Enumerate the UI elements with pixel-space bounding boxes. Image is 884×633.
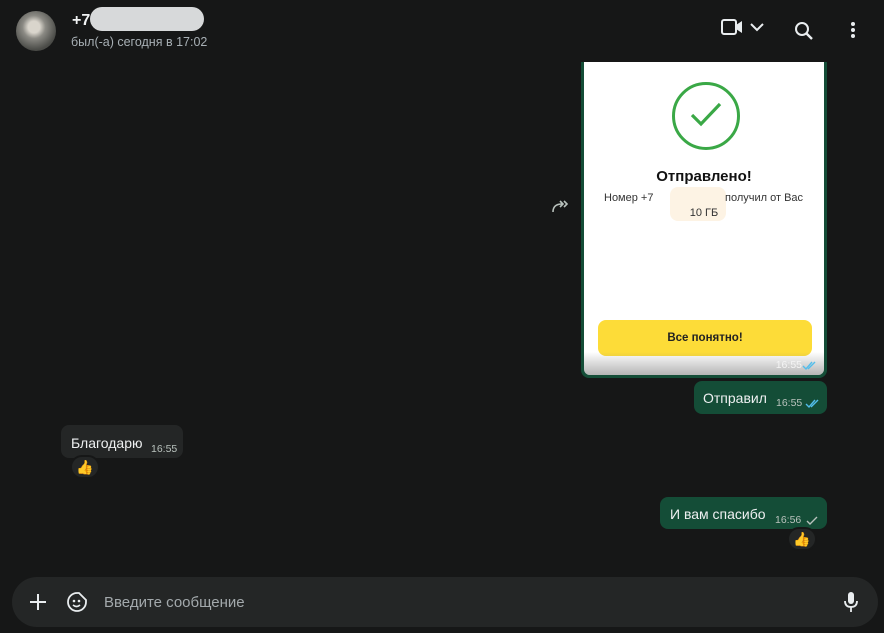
- chat-header: +7 был(-а) сегодня в 17:02: [0, 0, 884, 62]
- card-line2: 10 ГБ: [689, 207, 719, 219]
- more-options-icon[interactable]: [849, 20, 857, 40]
- message-bubble-outgoing[interactable]: И вам спасибо 16:56: [660, 497, 827, 529]
- card-line1-prefix: Номер +7: [604, 192, 654, 204]
- contact-last-seen: был(-а) сегодня в 17:02: [71, 35, 208, 49]
- success-check-icon: [672, 82, 740, 150]
- redacted-phone-number: [90, 7, 204, 31]
- message-time: 16:55: [776, 397, 803, 409]
- message-text: И вам спасибо: [670, 506, 766, 522]
- image-preview[interactable]: Отправлено! Номер +7 получил от Вас 10 Г…: [584, 62, 824, 375]
- read-ticks-icon: [805, 396, 821, 414]
- message-composer: [12, 577, 878, 627]
- forward-icon[interactable]: [551, 198, 571, 219]
- video-call-icon[interactable]: [721, 18, 743, 36]
- read-ticks-icon: [802, 358, 818, 375]
- image-message[interactable]: Отправлено! Номер +7 получил от Вас 10 Г…: [581, 62, 827, 378]
- message-bubble-incoming[interactable]: Благодарю 16:55: [61, 425, 183, 458]
- search-icon[interactable]: [794, 21, 814, 41]
- message-input[interactable]: [104, 592, 804, 612]
- reaction-thumbs-up[interactable]: 👍: [787, 527, 817, 551]
- contact-avatar[interactable]: [16, 11, 56, 51]
- card-line1-suffix: получил от Вас: [725, 192, 804, 204]
- card-confirm-button: Все понятно!: [598, 320, 812, 356]
- plus-icon[interactable]: [29, 593, 47, 616]
- message-bubble-outgoing[interactable]: Отправил 16:55: [694, 381, 827, 414]
- card-title: Отправлено!: [656, 168, 752, 185]
- sticker-icon[interactable]: [66, 591, 88, 618]
- microphone-icon[interactable]: [844, 591, 858, 618]
- chevron-down-icon[interactable]: [749, 22, 765, 32]
- message-text: Отправил: [703, 390, 767, 406]
- message-time: 16:55: [775, 359, 802, 371]
- message-list[interactable]: Отправлено! Номер +7 получил от Вас 10 Г…: [0, 62, 884, 571]
- message-time: 16:55: [151, 443, 178, 455]
- message-time: 16:56: [775, 514, 802, 526]
- reaction-thumbs-up[interactable]: 👍: [70, 455, 100, 479]
- contact-name[interactable]: +7: [72, 12, 90, 30]
- message-text: Благодарю: [71, 435, 143, 451]
